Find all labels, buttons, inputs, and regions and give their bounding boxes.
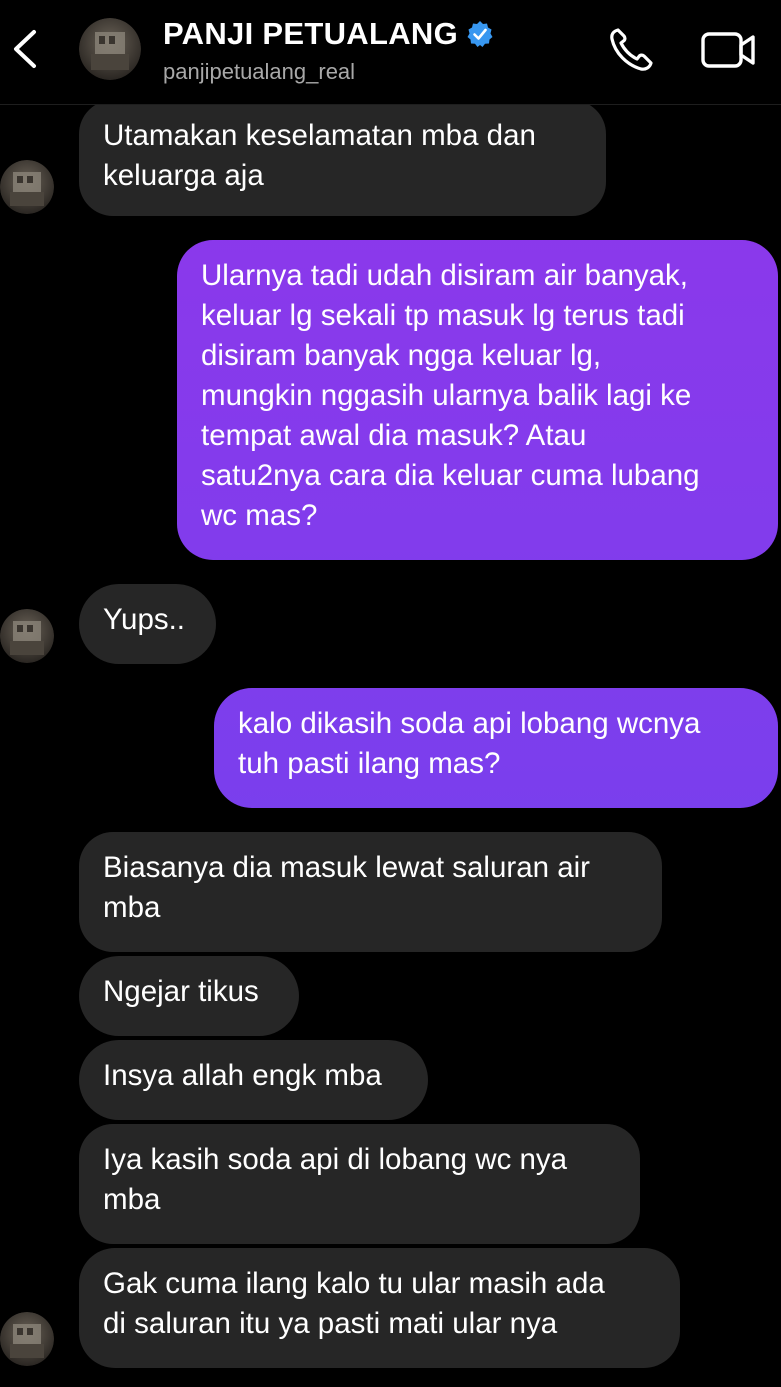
contact-name[interactable]: PANJI PETUALANG — [163, 16, 494, 52]
message-text-line: wc mas? — [201, 499, 318, 532]
received-message[interactable]: Biasanya dia masuk lewat saluran air mba — [79, 832, 662, 952]
message-text-line: Insya allah engk mba — [103, 1059, 382, 1092]
sent-message[interactable]: kalo dikasih soda api lobang wcnya tuh pa… — [214, 688, 778, 808]
message-text-line: disiram banyak ngga keluar lg, — [201, 339, 602, 372]
video-camera-icon[interactable] — [700, 28, 758, 72]
sent-message[interactable]: Ularnya tadi udah disiram air banyak, kel… — [177, 240, 778, 560]
message-text-line: satu2nya cara dia keluar cuma lubang — [201, 459, 700, 492]
received-message[interactable]: Insya allah engk mba — [79, 1040, 428, 1120]
message-text-line: mba — [103, 1183, 161, 1216]
message-text-line: mba — [103, 891, 161, 924]
contact-handle: panjipetualang_real — [163, 59, 356, 84]
message-text-line: kalo dikasih soda api lobang wcnya — [238, 707, 701, 740]
message-text-line: Iya kasih soda api di lobang wc nya — [103, 1143, 568, 1176]
message-text-line: di saluran itu ya pasti mati ular nya — [103, 1307, 558, 1340]
message-text-line: tempat awal dia masuk? Atau — [201, 419, 587, 452]
message-text-line: Ngejar tikus — [103, 975, 259, 1008]
received-message[interactable]: Utamakan keselamatan mba dan keluarga aja — [79, 100, 606, 216]
phone-icon[interactable] — [606, 26, 658, 74]
message-text-line: Yups.. — [103, 603, 186, 636]
contact-name-text: PANJI PETUALANG — [163, 16, 459, 51]
received-message[interactable]: Ngejar tikus — [79, 956, 299, 1036]
received-message[interactable]: Gak cuma ilang kalo tu ular masih ada di … — [79, 1248, 680, 1368]
received-message[interactable]: Iya kasih soda api di lobang wc nya mba — [79, 1124, 640, 1244]
verified-badge-icon — [467, 21, 493, 47]
chat-header: PANJI PETUALANG panjipetualang_real — [0, 0, 781, 105]
message-text-line: Utamakan keselamatan mba dan — [103, 119, 536, 152]
received-message[interactable]: Yups.. — [79, 584, 216, 664]
message-text-line: Gak cuma ilang kalo tu ular masih ada — [103, 1267, 605, 1300]
message-text-line: tuh pasti ilang mas? — [238, 747, 501, 780]
chevron-left-icon[interactable] — [6, 26, 46, 72]
message-text-line: keluarga aja — [103, 159, 264, 192]
message-text-line: Ularnya tadi udah disiram air banyak, — [201, 259, 688, 292]
sender-avatar[interactable] — [0, 1312, 54, 1366]
message-text-line: keluar lg sekali tp masuk lg terus tadi — [201, 299, 685, 332]
profile-avatar[interactable] — [79, 18, 141, 80]
sender-avatar[interactable] — [0, 160, 54, 214]
message-text-line: Biasanya dia masuk lewat saluran air — [103, 851, 590, 884]
sender-avatar[interactable] — [0, 609, 54, 663]
message-text-line: mungkin nggasih ularnya balik lagi ke — [201, 379, 692, 412]
